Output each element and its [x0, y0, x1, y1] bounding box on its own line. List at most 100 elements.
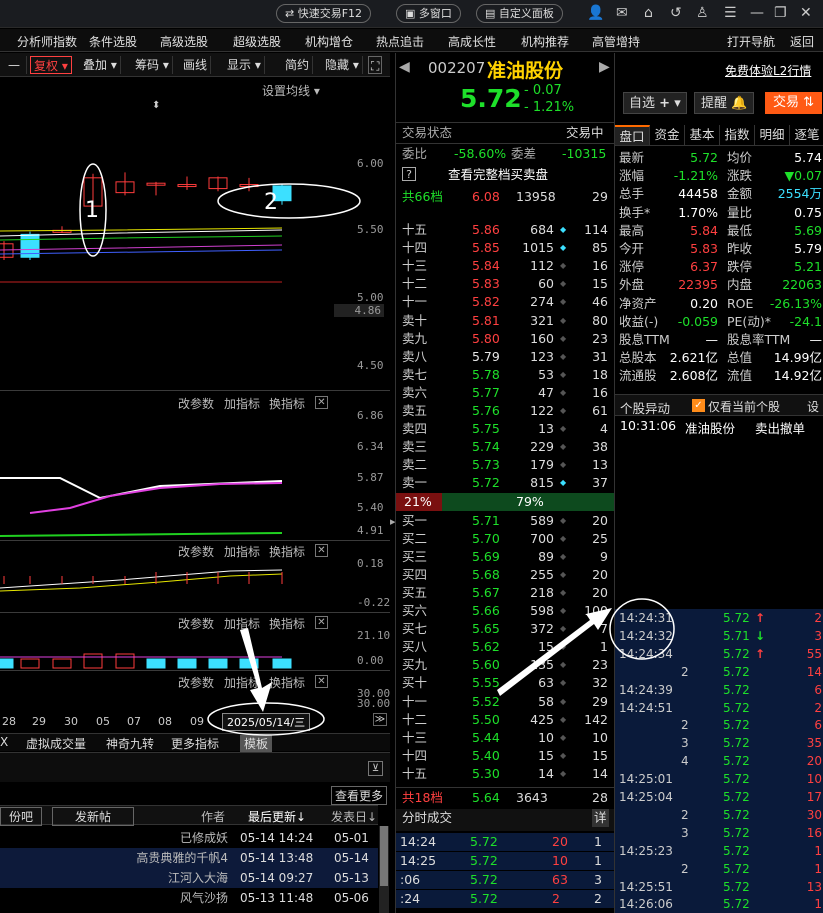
trade-tick-row[interactable]: 14:24:32 5.71 ↓ 3: [615, 626, 823, 645]
collapse-icon[interactable]: ⊻: [368, 761, 383, 776]
toolbar-dash[interactable]: —: [5, 56, 27, 74]
mail-icon[interactable]: ✉: [616, 5, 628, 21]
bid-level[interactable]: 十四 5.40 15 ◆ 15: [396, 747, 614, 765]
trade-tick-row[interactable]: 14:25:01 5.72 10: [615, 770, 823, 789]
ask-level[interactable]: 卖六 5.77 47 ◆ 16: [396, 384, 614, 402]
l2-trial-link[interactable]: 免费体验L2行情: [725, 62, 811, 79]
bid-level[interactable]: 买三 5.69 89 ◆ 9: [396, 548, 614, 566]
ask-level[interactable]: 十二 5.83 60 ◆ 15: [396, 275, 614, 293]
display-button[interactable]: 显示 ▾: [224, 56, 265, 74]
menu-back[interactable]: 返回: [790, 33, 814, 50]
menu-open-nav[interactable]: 打开导航: [727, 33, 775, 50]
anomaly-settings-button[interactable]: 设: [807, 398, 819, 415]
next-stock-icon[interactable]: ▶: [599, 59, 610, 75]
right-tab-4[interactable]: 明细: [755, 125, 790, 145]
bid-level[interactable]: 买九 5.60 135 ◆ 23: [396, 656, 614, 674]
ask-level[interactable]: 十一 5.82 274 ◆ 46: [396, 293, 614, 311]
bid-level[interactable]: 买七 5.65 372 ◆ 7: [396, 620, 614, 638]
panel3-close-icon[interactable]: ✕: [315, 544, 328, 557]
ask-level[interactable]: 十五 5.86 684 ◆ 114: [396, 221, 614, 239]
full-book-link[interactable]: ? 查看完整档买卖盘: [396, 166, 614, 184]
overlay-button[interactable]: 叠加 ▾: [80, 56, 121, 74]
trade-tick-row[interactable]: 3 5.72 35: [615, 734, 823, 753]
right-tab-1[interactable]: 资金: [650, 125, 685, 145]
trade-tick-row[interactable]: 2 5.72 30: [615, 805, 823, 824]
kline-chart-area[interactable]: 设置均线 ▾ ⬍ 6.00 5.50 5.00 4.86 4.50 改参数 加指…: [0, 78, 390, 733]
anomaly-row[interactable]: 10:31:06 准油股份 卖出撤单: [615, 418, 823, 436]
ask-level[interactable]: 卖八 5.79 123 ◆ 31: [396, 348, 614, 366]
trade-tick-row[interactable]: 2 5.72 14: [615, 662, 823, 681]
panel4-edit-param[interactable]: 改参数: [178, 615, 214, 632]
col-post-date[interactable]: 发表日↓: [331, 808, 377, 825]
menu-advanced-picker[interactable]: 高级选股: [160, 33, 208, 50]
close-icon[interactable]: ✕: [800, 5, 812, 21]
trade-tick-row[interactable]: 14:24:34 5.72 ↑ 55: [615, 644, 823, 663]
tab-template[interactable]: 模板: [240, 735, 273, 752]
ask-level[interactable]: 卖四 5.75 13 ◆ 4: [396, 420, 614, 438]
panel5-add-indicator[interactable]: 加指标: [224, 674, 260, 691]
menu-analyst-index[interactable]: 分析师指数: [17, 33, 77, 50]
panel4-change-indicator[interactable]: 换指标: [269, 615, 305, 632]
bid-level[interactable]: 买十 5.55 63 ◆ 32: [396, 674, 614, 692]
shirt-icon[interactable]: ♙: [696, 5, 709, 21]
col-last-update[interactable]: 最后更新↓: [248, 808, 306, 825]
panel3-change-indicator[interactable]: 换指标: [269, 543, 305, 560]
trade-tick-row[interactable]: 14:24:31 5.72 ↑ 2: [615, 609, 823, 627]
ask-level[interactable]: 卖二 5.73 179 ◆ 13: [396, 456, 614, 474]
panel4-add-indicator[interactable]: 加指标: [224, 615, 260, 632]
bid-level[interactable]: 十一 5.52 58 ◆ 29: [396, 693, 614, 711]
trade-tick-row[interactable]: 2 5.72 1: [615, 859, 823, 878]
custom-panel-button[interactable]: ▤ 自定义面板: [476, 4, 563, 23]
bid-level[interactable]: 买五 5.67 218 ◆ 20: [396, 584, 614, 602]
right-tab-2[interactable]: 基本: [685, 125, 720, 145]
trade-tick-row[interactable]: 14:24:39 5.72 6: [615, 680, 823, 699]
panel5-edit-param[interactable]: 改参数: [178, 674, 214, 691]
bid-level[interactable]: 买一 5.71 589 ◆ 20: [396, 512, 614, 530]
trade-tick-row[interactable]: 14:26:06 5.72 1: [615, 895, 823, 913]
list-icon[interactable]: ☰: [724, 5, 737, 21]
ask-level[interactable]: 卖十 5.81 321 ◆ 80: [396, 312, 614, 330]
menu-condition-picker[interactable]: 条件选股: [89, 33, 137, 50]
tab-more-indicators[interactable]: 更多指标: [171, 735, 219, 752]
ask-level[interactable]: 十四 5.85 1015 ◆ 85: [396, 239, 614, 257]
ma-setting-link[interactable]: 设置均线 ▾: [262, 82, 320, 99]
bid-level[interactable]: 十三 5.44 10 ◆ 10: [396, 729, 614, 747]
right-tab-3[interactable]: 指数: [720, 125, 755, 145]
panel4-close-icon[interactable]: ✕: [315, 616, 328, 629]
simple-button[interactable]: 简约: [282, 56, 314, 74]
fullscreen-icon[interactable]: ⛶: [368, 56, 383, 74]
adjust-button[interactable]: 复权 ▾: [30, 56, 72, 74]
scroll-right-icon[interactable]: ≫: [373, 713, 387, 726]
menu-executive-increase[interactable]: 高管增持: [592, 33, 640, 50]
back-icon[interactable]: ↺: [670, 5, 682, 21]
trade-tick-row[interactable]: 3 5.72 16: [615, 823, 823, 842]
bbs-row[interactable]: 高贵典雅的千帆4 05-14 13:48 05-14: [0, 848, 378, 868]
restore-icon[interactable]: ❐: [774, 5, 787, 21]
bid-level[interactable]: 十五 5.30 14 ◆ 14: [396, 765, 614, 783]
ask-level[interactable]: 十三 5.84 112 ◆ 16: [396, 257, 614, 275]
only-current-checkbox[interactable]: ✓: [692, 399, 705, 412]
panel5-close-icon[interactable]: ✕: [315, 675, 328, 688]
panel2-change-indicator[interactable]: 换指标: [269, 395, 305, 412]
bid-level[interactable]: 买四 5.68 255 ◆ 20: [396, 566, 614, 584]
menu-institution-recommend[interactable]: 机构推荐: [521, 33, 569, 50]
panel3-edit-param[interactable]: 改参数: [178, 543, 214, 560]
trade-tick-row[interactable]: 4 5.72 20: [615, 752, 823, 771]
bid-level[interactable]: 买二 5.70 700 ◆ 25: [396, 530, 614, 548]
quick-trade-button[interactable]: ⇄ 快速交易F12: [276, 4, 372, 23]
panel2-add-indicator[interactable]: 加指标: [224, 395, 260, 412]
stock-bar-button[interactable]: 份吧: [0, 807, 43, 826]
bbs-row[interactable]: 江河入大海 05-14 09:27 05-13: [0, 868, 378, 888]
col-author[interactable]: 作者: [201, 808, 225, 825]
ask-level[interactable]: 卖五 5.76 122 ◆ 61: [396, 402, 614, 420]
bbs-row[interactable]: 已修成妖 05-14 14:24 05-01: [0, 828, 378, 848]
home-icon[interactable]: ⌂: [644, 5, 653, 21]
bbs-scrollbar[interactable]: [379, 826, 389, 913]
ask-level[interactable]: 卖三 5.74 229 ◆ 38: [396, 438, 614, 456]
trade-tick-row[interactable]: 14:25:23 5.72 1: [615, 841, 823, 860]
menu-hotspot[interactable]: 热点追击: [376, 33, 424, 50]
alert-button[interactable]: 提醒 🔔: [694, 92, 755, 114]
minimize-icon[interactable]: —: [750, 5, 764, 21]
tab-x[interactable]: X: [0, 735, 8, 749]
trade-tick-row[interactable]: 14:25:51 5.72 13: [615, 877, 823, 896]
